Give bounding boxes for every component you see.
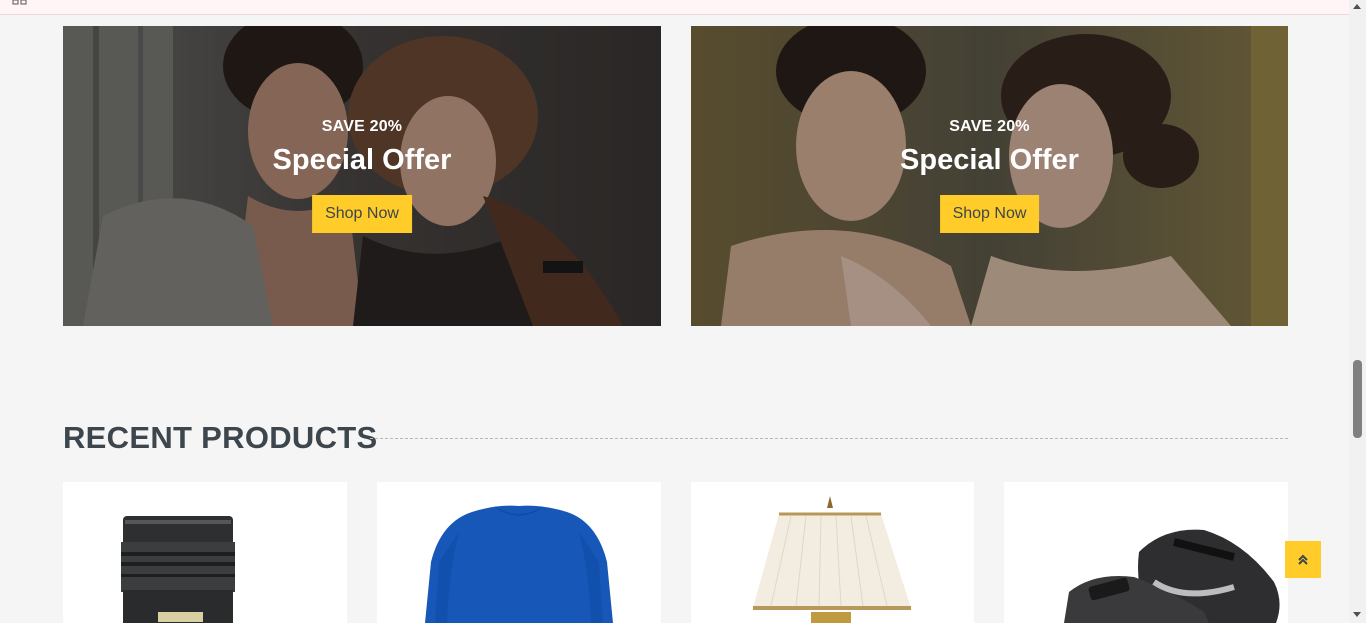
banner-subtitle: SAVE 20%: [949, 118, 1030, 135]
product-card-table-lamp[interactable]: [691, 482, 974, 623]
blue-sweater-image: [425, 505, 613, 623]
section-title-recent-products: RECENT PRODUCTS: [63, 420, 378, 455]
banner-subtitle: SAVE 20%: [321, 118, 403, 135]
offer-banner-2[interactable]: SAVE 20% Special Offer Shop Now: [691, 26, 1288, 326]
double-chevron-up-icon: [1298, 554, 1308, 565]
scroll-down-icon[interactable]: [1353, 612, 1361, 617]
back-to-top-button[interactable]: [1285, 541, 1321, 578]
shop-now-button[interactable]: Shop Now: [312, 195, 412, 233]
product-card-camera-lens[interactable]: [63, 482, 347, 623]
top-bar: [0, 0, 1366, 15]
offer-banner-1[interactable]: SAVE 20% Special Offer Shop Now: [63, 26, 661, 326]
product-card-blue-sweater[interactable]: [377, 482, 661, 623]
shop-now-button[interactable]: Shop Now: [939, 195, 1040, 233]
scrollbar-thumb[interactable]: [1353, 360, 1362, 438]
banner-title: Special Offer: [900, 144, 1079, 176]
table-lamp-image: [753, 496, 911, 623]
camera-lens-image: [121, 516, 235, 623]
vertical-scrollbar[interactable]: [1349, 0, 1366, 623]
grid-icon[interactable]: [12, 0, 28, 5]
nike-sneakers-image: [1064, 529, 1280, 623]
section-divider: [370, 438, 1288, 439]
product-card-nike-sneakers[interactable]: [1004, 482, 1288, 623]
scroll-up-icon[interactable]: [1353, 4, 1361, 9]
banner-title: Special Offer: [272, 144, 452, 176]
